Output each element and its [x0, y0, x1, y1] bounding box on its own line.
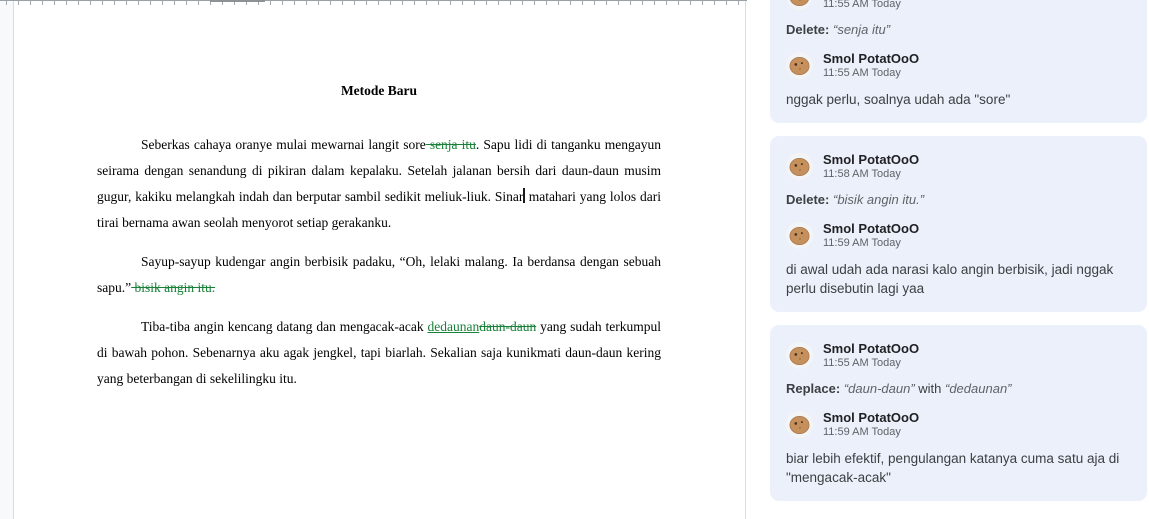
- comment-body-text: nggak perlu, soalnya udah ada "sore": [786, 90, 1131, 109]
- author-name: Smol PotatOoO: [823, 221, 919, 236]
- comment-card[interactable]: Smol PotatOoO11:55 AM TodayDelete: “senj…: [770, 0, 1147, 123]
- potato-avatar-icon: [786, 52, 813, 79]
- document-area: Metode Baru Seberkas cahaya oranye mulai…: [0, 0, 768, 519]
- potato-avatar-icon: [786, 0, 813, 10]
- page-left-edge: [13, 0, 14, 519]
- comment-card[interactable]: Smol PotatOoO11:55 AM TodayReplace: “dau…: [770, 325, 1147, 501]
- suggestion-quoted-text: “bisik angin itu.”: [833, 192, 924, 207]
- author-name: Smol PotatOoO: [823, 51, 919, 66]
- potato-avatar-icon: [786, 222, 813, 249]
- comment-body-text: biar lebih efektif, pengulangan katanya …: [786, 449, 1131, 487]
- suggestion-quoted-text: “senja itu”: [833, 22, 890, 37]
- suggestion-summary: Delete: “senja itu”: [786, 21, 1131, 39]
- suggested-delete-text[interactable]: senja itu: [426, 137, 476, 152]
- suggestion-summary: Delete: “bisik angin itu.”: [786, 191, 1131, 209]
- comment-timestamp: 11:55 AM Today: [823, 67, 919, 80]
- suggestion-quoted-text: “dedaunan”: [945, 381, 1012, 396]
- document-page[interactable]: Metode Baru Seberkas cahaya oranye mulai…: [97, 0, 661, 405]
- comment-timestamp: 11:59 AM Today: [823, 237, 919, 250]
- paragraph[interactable]: Sayup-sayup kudengar angin berbisik pada…: [97, 249, 661, 301]
- document-body[interactable]: Seberkas cahaya oranye mulai mewarnai la…: [97, 132, 661, 392]
- comment-author-row: Smol PotatOoO11:59 AM Today: [786, 221, 1131, 250]
- potato-avatar-icon: [786, 411, 813, 438]
- comment-timestamp: 11:55 AM Today: [823, 0, 919, 11]
- comment-author-row: Smol PotatOoO11:55 AM Today: [786, 341, 1131, 370]
- text-run[interactable]: Seberkas cahaya oranye mulai mewarnai la…: [141, 137, 426, 152]
- suggested-insert-text[interactable]: dedaunan: [428, 319, 480, 334]
- text-run[interactable]: Tiba-tiba angin kencang datang dan menga…: [141, 319, 428, 334]
- comment-timestamp: 11:59 AM Today: [823, 426, 919, 439]
- suggestion-action-label: Replace:: [786, 381, 840, 396]
- page-right-edge: [745, 0, 746, 519]
- suggestion-summary: Replace: “daun-daun” with “dedaunan”: [786, 380, 1131, 398]
- suggestion-quoted-text: “daun-daun”: [844, 381, 915, 396]
- author-name: Smol PotatOoO: [823, 152, 919, 167]
- paragraph[interactable]: Seberkas cahaya oranye mulai mewarnai la…: [97, 132, 661, 236]
- document-title[interactable]: Metode Baru: [97, 78, 661, 104]
- comment-timestamp: 11:55 AM Today: [823, 357, 919, 370]
- suggested-delete-text[interactable]: bisik angin itu.: [131, 280, 215, 295]
- comment-card[interactable]: Smol PotatOoO11:58 AM TodayDelete: “bisi…: [770, 136, 1147, 312]
- potato-avatar-icon: [786, 153, 813, 180]
- comment-author-row: Smol PotatOoO11:58 AM Today: [786, 152, 1131, 181]
- comments-sidebar: Smol PotatOoO11:55 AM TodayDelete: “senj…: [770, 0, 1147, 519]
- comment-author-row: Smol PotatOoO11:59 AM Today: [786, 410, 1131, 439]
- comment-author-row: Smol PotatOoO11:55 AM Today: [786, 51, 1131, 80]
- potato-avatar-icon: [786, 342, 813, 369]
- suggestion-action-label: Delete:: [786, 192, 829, 207]
- author-name: Smol PotatOoO: [823, 410, 919, 425]
- page-gutter: [0, 0, 13, 519]
- paragraph[interactable]: Tiba-tiba angin kencang datang dan menga…: [97, 314, 661, 392]
- suggested-delete-text[interactable]: daun-daun: [479, 319, 536, 334]
- comment-author-row: Smol PotatOoO11:55 AM Today: [786, 0, 1131, 11]
- comment-body-text: di awal udah ada narasi kalo angin berbi…: [786, 260, 1131, 298]
- suggestion-text: with: [915, 381, 945, 396]
- author-name: Smol PotatOoO: [823, 341, 919, 356]
- suggestion-action-label: Delete:: [786, 22, 829, 37]
- comment-timestamp: 11:58 AM Today: [823, 168, 919, 181]
